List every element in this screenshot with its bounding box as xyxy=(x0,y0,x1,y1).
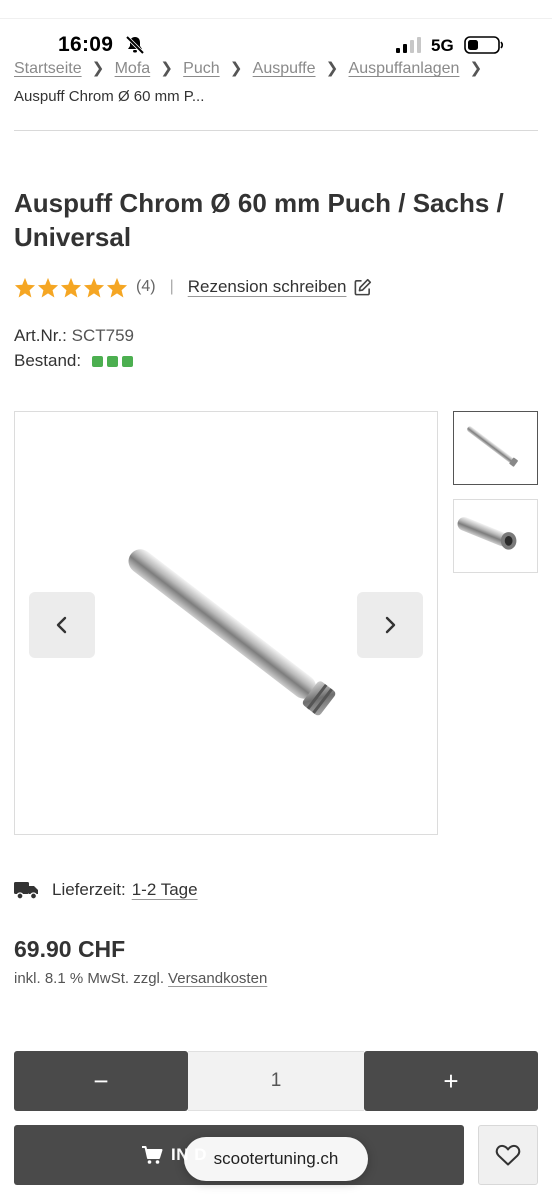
rating-separator: | xyxy=(169,278,174,295)
stock-indicator xyxy=(91,356,133,368)
heart-icon xyxy=(495,1144,521,1166)
battery-icon xyxy=(464,36,504,54)
cart-icon xyxy=(142,1146,163,1164)
breadcrumb-puch[interactable]: Puch xyxy=(183,58,219,80)
chevron-right-icon: ❯ xyxy=(469,60,483,77)
rating-row: (4) | Rezension schreiben xyxy=(14,276,372,298)
star-icon xyxy=(60,277,82,298)
stock-dot xyxy=(91,356,103,368)
tax-text: inkl. 8.1 % MwSt. zzgl. xyxy=(14,970,165,987)
product-gallery[interactable] xyxy=(14,411,438,835)
truck-icon xyxy=(14,882,38,900)
quantity-stepper: − 1 + xyxy=(14,1051,538,1111)
increase-quantity-button[interactable]: + xyxy=(364,1051,538,1111)
tax-note: inkl. 8.1 % MwSt. zzgl. Versandkosten xyxy=(14,970,267,987)
quantity-input[interactable]: 1 xyxy=(188,1051,364,1111)
gallery-next-button[interactable] xyxy=(357,592,423,658)
article-number-row: Art.Nr.: SCT759 xyxy=(14,323,134,348)
star-rating[interactable] xyxy=(14,277,128,298)
status-time: 16:09 xyxy=(58,33,114,56)
chevron-right-icon xyxy=(385,616,396,634)
stock-label: Bestand: xyxy=(14,351,82,370)
stock-row: Bestand: xyxy=(14,348,134,373)
breadcrumb-auspuffe[interactable]: Auspuffe xyxy=(253,58,316,80)
product-image xyxy=(128,549,336,716)
delivery-label: Lieferzeit: xyxy=(52,880,126,899)
stock-dot xyxy=(121,356,133,368)
signal-icon xyxy=(396,37,421,53)
star-icon xyxy=(83,277,105,298)
network-type: 5G xyxy=(431,36,454,55)
article-number-label: Art.Nr.: xyxy=(14,326,67,345)
thumbnail-image xyxy=(457,517,517,550)
bell-muted-icon xyxy=(125,35,145,55)
breadcrumb-current: Auspuff Chrom Ø 60 mm P... xyxy=(14,88,205,105)
shipping-costs-link[interactable]: Versandkosten xyxy=(168,970,267,987)
product-price: 69.90 CHF xyxy=(14,936,126,962)
gallery-thumbnail[interactable] xyxy=(453,499,538,573)
chevron-right-icon: ❯ xyxy=(325,60,339,77)
chevron-right-icon: ❯ xyxy=(91,60,105,77)
chevron-right-icon: ❯ xyxy=(160,60,173,77)
star-icon xyxy=(106,277,128,298)
gallery-prev-button[interactable] xyxy=(29,592,95,658)
breadcrumb-startseite[interactable]: Startseite xyxy=(14,58,82,80)
status-bar: 16:09 5G xyxy=(0,0,552,60)
breadcrumb-mofa[interactable]: Mofa xyxy=(115,58,151,80)
stock-dot xyxy=(106,356,118,368)
chevron-left-icon xyxy=(56,616,67,634)
chevron-right-icon: ❯ xyxy=(229,60,243,77)
breadcrumb-row: Startseite ❯ Mofa ❯ Puch ❯ Auspuffe ❯ Au… xyxy=(14,58,538,80)
gallery-thumbnail[interactable] xyxy=(453,411,538,485)
write-review-link[interactable]: Rezension schreiben xyxy=(188,277,347,297)
thumbnail-image xyxy=(467,426,518,467)
breadcrumb: Startseite ❯ Mofa ❯ Puch ❯ Auspuffe ❯ Au… xyxy=(14,58,538,108)
decrease-quantity-button[interactable]: − xyxy=(14,1051,188,1111)
browser-url-pill[interactable]: scootertuning.ch xyxy=(184,1137,368,1181)
top-line xyxy=(0,18,552,19)
delivery-time[interactable]: 1-2 Tage xyxy=(132,880,198,900)
product-title: Auspuff Chrom Ø 60 mm Puch / Sachs / Uni… xyxy=(14,188,504,252)
breadcrumb-auspuffanlagen[interactable]: Auspuffanlagen xyxy=(349,58,460,80)
edit-icon[interactable] xyxy=(353,278,372,297)
divider xyxy=(14,130,538,131)
star-icon xyxy=(37,277,59,298)
wishlist-button[interactable] xyxy=(478,1125,538,1185)
delivery-info: Lieferzeit: 1-2 Tage xyxy=(14,880,198,900)
review-count[interactable]: (4) xyxy=(136,278,156,296)
article-number: SCT759 xyxy=(71,326,135,345)
product-meta: Art.Nr.: SCT759 Bestand: xyxy=(14,323,134,373)
star-icon xyxy=(14,277,36,298)
